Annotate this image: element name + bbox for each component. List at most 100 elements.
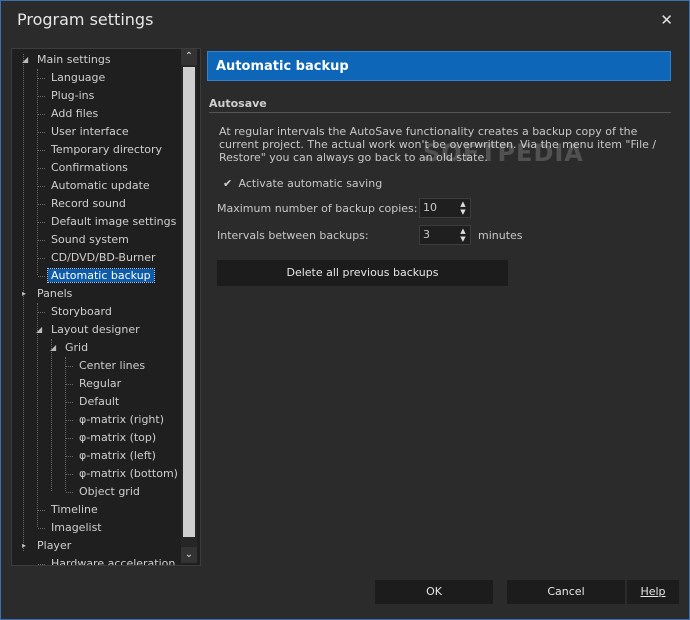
tree-item[interactable]: Storyboard	[38, 303, 115, 321]
tree-item-label[interactable]: φ-matrix (right)	[76, 413, 167, 426]
max-copies-value[interactable]: 10	[423, 201, 437, 214]
tree-item-label[interactable]: Timeline	[48, 503, 101, 516]
tree-item-label[interactable]: Language	[48, 71, 108, 84]
tree-item[interactable]: Record sound	[38, 195, 129, 213]
tree-connector	[66, 384, 73, 385]
tree-item[interactable]: ◢ Grid	[50, 339, 91, 357]
tree-item-label[interactable]: Object grid	[76, 485, 143, 498]
tree-item-label[interactable]: φ-matrix (top)	[76, 431, 159, 444]
collapse-icon[interactable]: ◢	[50, 344, 58, 352]
help-button[interactable]: Help	[627, 580, 679, 604]
expand-icon[interactable]: ▸	[22, 542, 30, 550]
tree-item[interactable]: Default image settings	[38, 213, 179, 231]
tree-item-label[interactable]: Main settings	[34, 53, 114, 66]
scroll-down-icon[interactable]: ⌄	[181, 547, 197, 563]
tree-item-label[interactable]: Sound system	[48, 233, 132, 246]
tree-item-label[interactable]: CD/DVD/BD-Burner	[48, 251, 159, 264]
tree-item[interactable]: Automatic update	[38, 177, 153, 195]
tree-item[interactable]: Automatic backup	[38, 267, 155, 285]
tree-item[interactable]: φ-matrix (bottom)	[66, 465, 181, 483]
tree-item[interactable]: Temporary directory	[38, 141, 165, 159]
expand-icon[interactable]: ▸	[22, 290, 30, 298]
tree-item[interactable]: Add files	[38, 105, 101, 123]
tree-item-label[interactable]: Hardware acceleration	[48, 557, 178, 565]
tree-connector	[66, 438, 73, 439]
tree-connector	[38, 78, 45, 79]
ok-button[interactable]: OK	[375, 580, 493, 604]
tree-connector	[66, 456, 73, 457]
activate-autosave-checkbox[interactable]: ✔ Activate automatic saving	[223, 176, 382, 192]
interval-label: Intervals between backups:	[217, 229, 369, 242]
tree-item[interactable]: User interface	[38, 123, 132, 141]
tree-connector	[38, 114, 45, 115]
settings-tree[interactable]: ◢ Main settings Language Plug-ins Add files U…	[11, 48, 201, 566]
tree-item[interactable]: φ-matrix (top)	[66, 429, 159, 447]
collapse-icon[interactable]: ◢	[22, 56, 30, 64]
tree-connector	[38, 258, 45, 259]
tree-item[interactable]: φ-matrix (left)	[66, 447, 159, 465]
tree-item[interactable]: Hardware acceleration	[38, 555, 178, 565]
spin-up-icon[interactable]: ▲	[458, 227, 468, 235]
interval-stepper[interactable]: 3 ▲ ▼	[419, 225, 471, 245]
tree-item-label[interactable]: Automatic backup	[47, 268, 155, 283]
tree-item-label[interactable]: Imagelist	[48, 521, 105, 534]
tree-connector	[38, 204, 45, 205]
checkmark-icon[interactable]: ✔	[223, 176, 235, 192]
tree-item[interactable]: ▸ Panels	[22, 285, 75, 303]
tree-item-label[interactable]: φ-matrix (bottom)	[76, 467, 181, 480]
tree-item-label[interactable]: Temporary directory	[48, 143, 165, 156]
tree-item-label[interactable]: Automatic update	[48, 179, 153, 192]
tree-connector	[66, 420, 73, 421]
tree-item[interactable]: Plug-ins	[38, 87, 97, 105]
tree-item[interactable]: Confirmations	[38, 159, 131, 177]
tree-item[interactable]: ◢ Main settings	[22, 51, 114, 69]
tree-item[interactable]: ◢ Layout designer	[36, 321, 143, 339]
tree-item[interactable]: Default	[66, 393, 122, 411]
max-copies-stepper[interactable]: 10 ▲ ▼	[419, 198, 471, 218]
spin-down-icon[interactable]: ▼	[458, 208, 468, 216]
tree-connector	[51, 339, 52, 491]
tree-item[interactable]: CD/DVD/BD-Burner	[38, 249, 159, 267]
tree-item-label[interactable]: φ-matrix (left)	[76, 449, 159, 462]
spin-down-icon[interactable]: ▼	[458, 235, 468, 243]
tree-item[interactable]: Regular	[66, 375, 124, 393]
tree-item-label[interactable]: User interface	[48, 125, 132, 138]
tree-item-label[interactable]: Layout designer	[48, 323, 143, 336]
tree-item[interactable]: Center lines	[66, 357, 148, 375]
collapse-icon[interactable]: ◢	[36, 326, 44, 334]
tree-item[interactable]: φ-matrix (right)	[66, 411, 167, 429]
tree-item-label[interactable]: Plug-ins	[48, 89, 97, 102]
tree-item-label[interactable]: Record sound	[48, 197, 129, 210]
tree-item-label[interactable]: Player	[34, 539, 74, 552]
scroll-up-icon[interactable]: ⌃	[181, 49, 197, 65]
tree-item[interactable]: Language	[38, 69, 108, 87]
tree-item-label[interactable]: Add files	[48, 107, 101, 120]
tree-item-label[interactable]: Default image settings	[48, 215, 179, 228]
delete-backups-button[interactable]: Delete all previous backups	[217, 260, 508, 286]
tree-item-label[interactable]: Grid	[62, 341, 91, 354]
tree-connector	[66, 474, 73, 475]
checkbox-label[interactable]: Activate automatic saving	[239, 177, 383, 190]
close-icon[interactable]: ✕	[660, 11, 673, 29]
tree-item[interactable]: Sound system	[38, 231, 132, 249]
cancel-button[interactable]: Cancel	[507, 580, 625, 604]
tree-item-label[interactable]: Storyboard	[48, 305, 115, 318]
tree-item-label[interactable]: Center lines	[76, 359, 148, 372]
tree-item[interactable]: ▸ Player	[22, 537, 74, 555]
tree-item-label[interactable]: Default	[76, 395, 122, 408]
interval-value[interactable]: 3	[423, 228, 430, 241]
dialog-footer: OK Cancel Help	[11, 569, 679, 613]
tree-item-label[interactable]: Regular	[76, 377, 124, 390]
tree-item-label[interactable]: Confirmations	[48, 161, 131, 174]
group-divider	[209, 112, 671, 113]
window-title: Program settings	[17, 10, 154, 29]
tree-item[interactable]: Object grid	[66, 483, 143, 501]
tree-scrollbar[interactable]: ⌃ ⌄	[181, 49, 197, 563]
tree-item-label[interactable]: Panels	[34, 287, 75, 300]
tree-connector	[38, 96, 45, 97]
spin-up-icon[interactable]: ▲	[458, 200, 468, 208]
tree-connector	[38, 132, 45, 133]
tree-item[interactable]: Timeline	[38, 501, 101, 519]
tree-item[interactable]: Imagelist	[38, 519, 105, 537]
scroll-thumb[interactable]	[183, 67, 195, 537]
